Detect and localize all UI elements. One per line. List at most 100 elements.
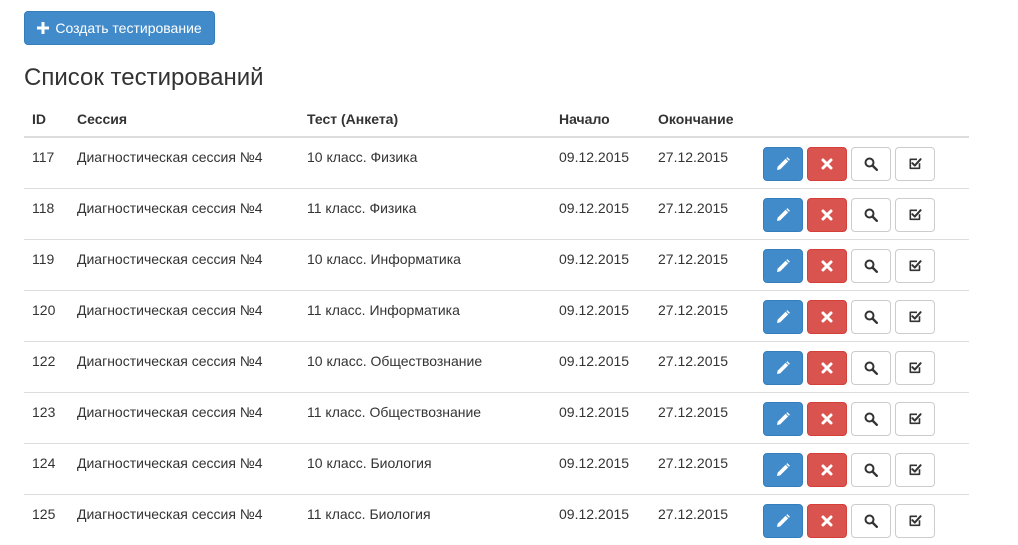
table-row: 122 Диагностическая сессия №4 10 класс. Об… <box>24 340 969 392</box>
edit-button[interactable] <box>763 197 803 232</box>
delete-button[interactable] <box>807 197 847 232</box>
cell-end: 27.12.2015 <box>650 340 755 392</box>
close-icon <box>821 209 833 221</box>
cell-test: 11 класс. Биология <box>299 493 551 545</box>
cell-id: 119 <box>24 238 69 290</box>
cell-session: Диагностическая сессия №4 <box>69 289 299 341</box>
column-header-actions <box>755 101 969 138</box>
check-circle-icon <box>908 310 922 324</box>
search-icon <box>864 463 878 477</box>
pencil-icon <box>776 258 790 273</box>
cell-start: 09.12.2015 <box>551 340 650 392</box>
cell-test: 10 класс. Информатика <box>299 238 551 290</box>
cell-id: 125 <box>24 493 69 545</box>
check-circle-icon <box>908 361 922 375</box>
cell-start: 09.12.2015 <box>551 289 650 341</box>
check-circle-icon <box>908 463 922 477</box>
cell-start: 09.12.2015 <box>551 493 650 545</box>
view-button[interactable] <box>851 299 891 334</box>
cell-start: 09.12.2015 <box>559 149 630 165</box>
cell-session: Диагностическая сессия №4 <box>69 493 299 545</box>
cell-session: Диагностическая сессия №4 <box>69 442 299 494</box>
table-row: 119 Диагностическая сессия №4 10 класс. Ин… <box>24 238 969 290</box>
cell-test: 10 класс. Биология <box>299 442 551 494</box>
edit-button[interactable] <box>763 147 803 181</box>
row-actions <box>755 137 969 188</box>
close-icon <box>821 260 833 272</box>
column-header-end: Окончание <box>650 101 755 138</box>
row-actions <box>755 493 969 545</box>
check-button[interactable] <box>895 147 935 181</box>
cell-id: 117 <box>32 149 55 165</box>
plus-icon <box>37 22 50 34</box>
cell-end: 27.12.2015 <box>650 187 755 239</box>
check-button[interactable] <box>895 452 935 487</box>
view-button[interactable] <box>851 452 891 487</box>
column-header-id: ID <box>24 101 69 138</box>
pencil-icon <box>776 309 790 324</box>
edit-button[interactable] <box>763 248 803 283</box>
check-circle-icon <box>908 157 922 171</box>
cell-test: 11 класс. Физика <box>299 187 551 239</box>
check-button[interactable] <box>895 503 935 538</box>
delete-button[interactable] <box>807 452 847 487</box>
search-icon <box>864 514 878 528</box>
delete-button[interactable] <box>807 401 847 436</box>
view-button[interactable] <box>851 350 891 385</box>
cell-id: 122 <box>24 340 69 392</box>
view-button[interactable] <box>851 503 891 538</box>
delete-button[interactable] <box>807 147 847 181</box>
cell-end: 27.12.2015 <box>650 493 755 545</box>
view-button[interactable] <box>851 197 891 232</box>
table-header-row: ID Сессия Тест (Анкета) Начало Окончание <box>24 101 969 138</box>
edit-button[interactable] <box>763 350 803 385</box>
cell-test: 10 класс. Физика <box>307 149 418 165</box>
close-icon <box>821 413 833 425</box>
check-button[interactable] <box>895 401 935 436</box>
delete-button[interactable] <box>807 503 847 538</box>
check-button[interactable] <box>895 248 935 283</box>
row-actions <box>755 391 969 443</box>
pencil-icon <box>776 360 790 375</box>
search-icon <box>864 310 878 324</box>
close-icon <box>821 158 833 170</box>
check-button[interactable] <box>895 299 935 334</box>
edit-button[interactable] <box>763 503 803 538</box>
create-test-label: Создать тестирование <box>55 20 202 36</box>
table-row: 120 Диагностическая сессия №4 11 класс. Ин… <box>24 289 969 341</box>
cell-session: Диагностическая сессия №4 <box>69 340 299 392</box>
check-button[interactable] <box>895 350 935 385</box>
column-header-test: Тест (Анкета) <box>299 101 551 138</box>
edit-button[interactable] <box>763 401 803 436</box>
table-row: 123 Диагностическая сессия №4 11 класс. Об… <box>24 391 969 443</box>
pencil-icon <box>776 513 790 528</box>
tests-table: ID Сессия Тест (Анкета) Начало Окончание… <box>24 101 969 545</box>
create-test-button[interactable]: Создать тестирование <box>24 11 215 45</box>
table-row: 124 Диагностическая сессия №4 10 класс. Би… <box>24 442 969 494</box>
cell-start: 09.12.2015 <box>551 238 650 290</box>
edit-button[interactable] <box>763 452 803 487</box>
cell-session: Диагностическая сессия №4 <box>69 238 299 290</box>
check-button[interactable] <box>895 197 935 232</box>
cell-start: 09.12.2015 <box>551 391 650 443</box>
view-button[interactable] <box>851 401 891 436</box>
table-row: 118 Диагностическая сессия №4 11 класс. Фи… <box>24 187 969 239</box>
view-button[interactable] <box>851 248 891 283</box>
cell-id: 124 <box>24 442 69 494</box>
pencil-icon <box>776 157 790 171</box>
view-button[interactable] <box>851 147 891 181</box>
search-icon <box>864 259 878 273</box>
delete-button[interactable] <box>807 248 847 283</box>
row-actions <box>755 340 969 392</box>
cell-test: 10 класс. Обществознание <box>299 340 551 392</box>
edit-button[interactable] <box>763 299 803 334</box>
pencil-icon <box>776 411 790 426</box>
check-circle-icon <box>908 514 922 528</box>
search-icon <box>864 208 878 222</box>
cell-test: 11 класс. Обществознание <box>299 391 551 443</box>
delete-button[interactable] <box>807 299 847 334</box>
delete-button[interactable] <box>807 350 847 385</box>
cell-session: Диагностическая сессия №4 <box>69 187 299 239</box>
close-icon <box>821 311 833 323</box>
cell-id: 123 <box>24 391 69 443</box>
